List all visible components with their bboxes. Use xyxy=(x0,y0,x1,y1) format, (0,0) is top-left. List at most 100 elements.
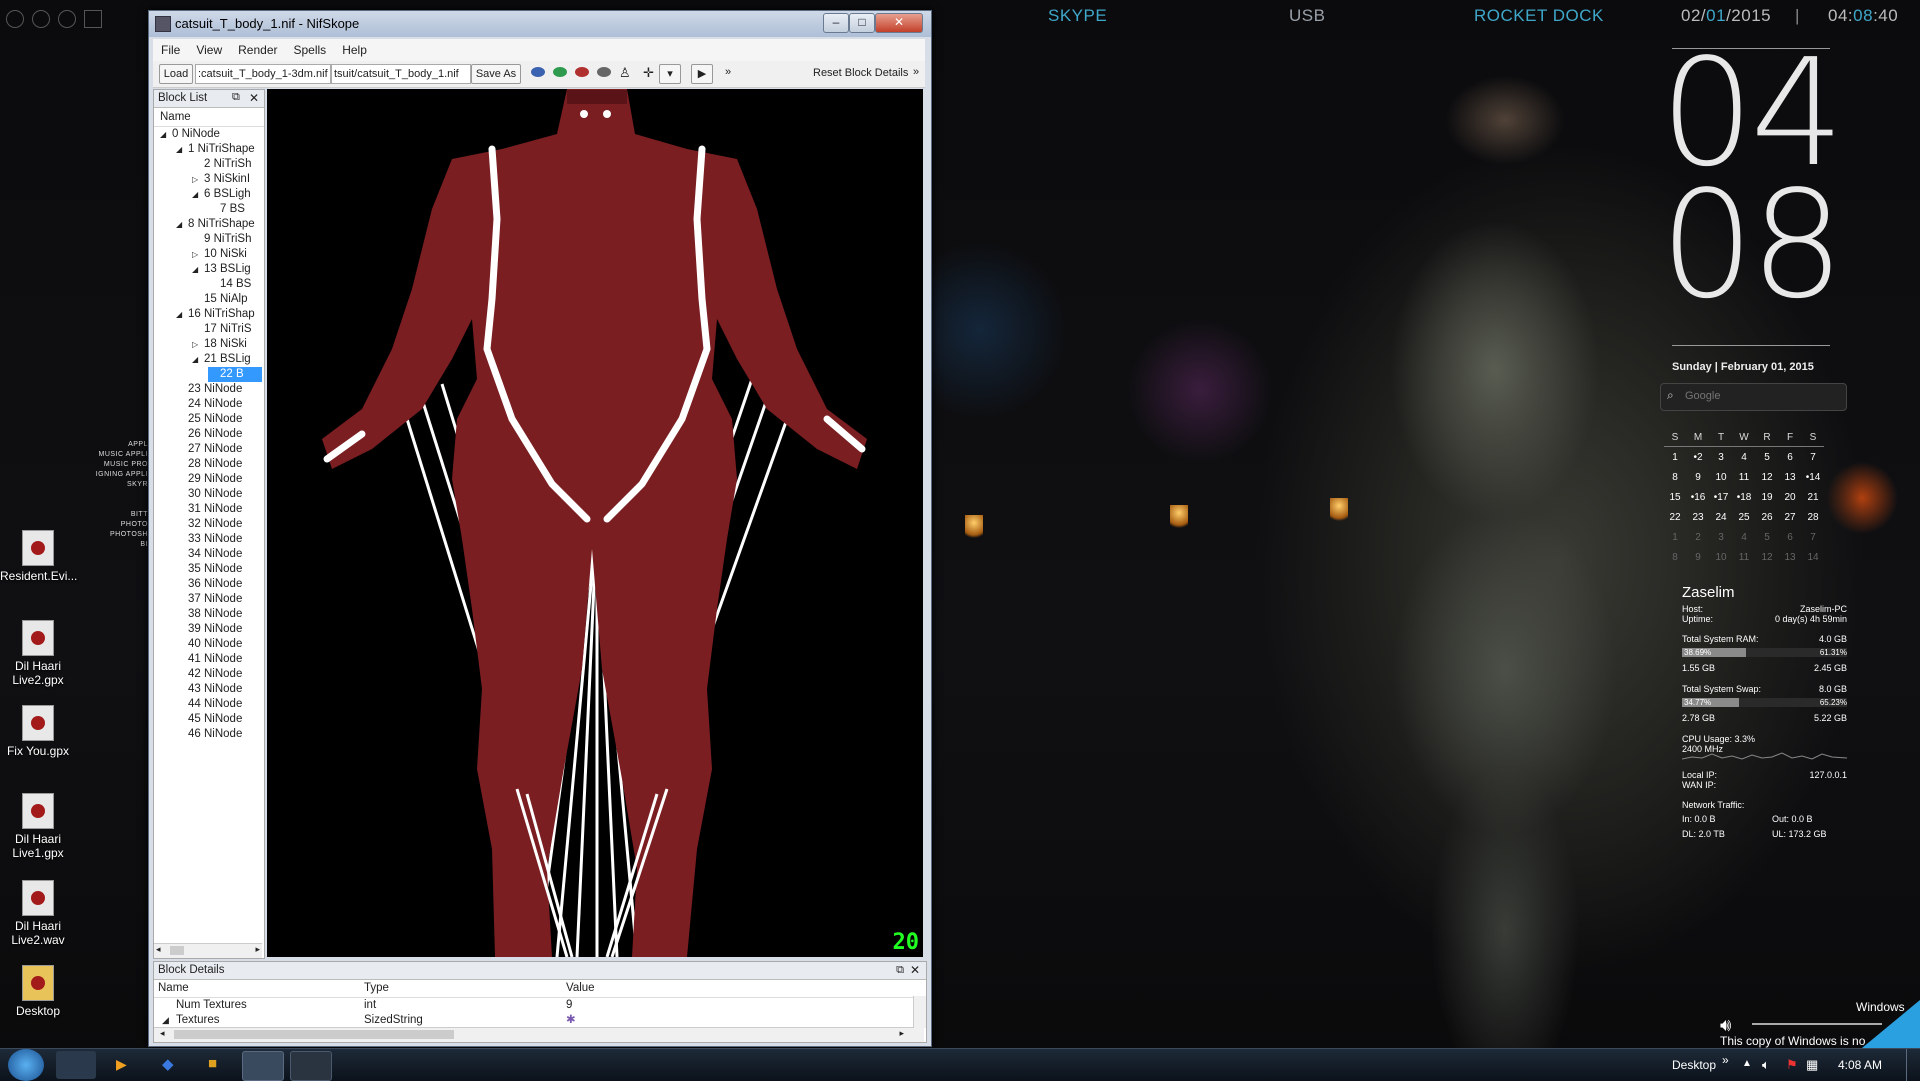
tree-item[interactable]: 38 NiNode xyxy=(176,607,262,622)
side-label[interactable]: MUSIC APPLI xyxy=(60,450,148,460)
play-icon[interactable]: ▶ xyxy=(691,64,713,84)
tree-item[interactable]: 44 NiNode xyxy=(176,697,262,712)
tree-item[interactable]: 24 NiNode xyxy=(176,397,262,412)
tree-item[interactable]: 27 NiNode xyxy=(176,442,262,457)
tree-item[interactable]: ◢ 21 BSLig xyxy=(192,352,262,367)
topbar-skype-link[interactable]: SKYPE xyxy=(1048,6,1107,26)
tree-item[interactable]: 42 NiNode xyxy=(176,667,262,682)
undock-icon[interactable]: ⧉ xyxy=(232,91,240,104)
tree-item[interactable]: 2 NiTriSh xyxy=(192,157,262,172)
tray-expand-icon[interactable]: ▲ xyxy=(1742,1058,1752,1069)
tree-item[interactable]: 33 NiNode xyxy=(176,532,262,547)
nifskope-taskbar-icon[interactable] xyxy=(242,1051,284,1081)
desktop-toolbar-label[interactable]: Desktop xyxy=(1672,1058,1716,1072)
tree-toggle-icon[interactable]: ◢ xyxy=(176,142,188,157)
explorer-taskbar-icon[interactable] xyxy=(56,1051,96,1079)
tree-item[interactable]: 25 NiNode xyxy=(176,412,262,427)
tree-toggle-icon[interactable]: ▷ xyxy=(192,337,204,352)
side-label[interactable]: MUSIC PRO xyxy=(60,460,148,470)
start-button[interactable] xyxy=(8,1049,44,1081)
topbar-rocketdock-link[interactable]: ROCKET DOCK xyxy=(1474,6,1604,26)
menu-spells[interactable]: Spells xyxy=(286,39,335,57)
tree-item[interactable]: 26 NiNode xyxy=(176,427,262,442)
folder-icon[interactable] xyxy=(84,10,102,28)
side-label[interactable]: PHOTO xyxy=(60,520,148,530)
load-button[interactable]: Load xyxy=(159,64,193,84)
save-as-button[interactable]: Save As xyxy=(471,64,521,84)
colorful-app-taskbar-icon[interactable]: ■ xyxy=(196,1051,236,1079)
close-button[interactable]: ✕ xyxy=(875,13,923,33)
volume-icon[interactable]: 🔊︎ xyxy=(1720,1015,1731,1036)
tree-toggle-icon[interactable]: ▷ xyxy=(192,172,204,187)
power-icon[interactable] xyxy=(6,10,24,28)
axes-icon[interactable]: ✛ xyxy=(643,65,654,81)
close-icon[interactable]: ✕ xyxy=(249,91,259,105)
tree-item[interactable]: 28 NiNode xyxy=(176,457,262,472)
media-player-taskbar-icon[interactable]: ▶ xyxy=(104,1051,144,1079)
menu-file[interactable]: File xyxy=(153,39,188,57)
topbar-usb-link[interactable]: USB xyxy=(1289,6,1325,26)
tree-item[interactable]: 46 NiNode xyxy=(176,727,262,742)
tree-item[interactable]: 31 NiNode xyxy=(176,502,262,517)
view-eye-gray-icon[interactable] xyxy=(597,67,611,77)
tree-item[interactable]: 41 NiNode xyxy=(176,652,262,667)
tree-toggle-icon[interactable]: ◢ xyxy=(192,352,204,367)
action-center-icon[interactable]: ⚑ xyxy=(1786,1057,1798,1073)
tree-item[interactable]: ◢ 13 BSLig xyxy=(192,262,262,277)
tree-item[interactable]: 40 NiNode xyxy=(176,637,262,652)
menu-render[interactable]: Render xyxy=(230,39,285,57)
side-label[interactable]: SKYR xyxy=(60,480,148,490)
close-icon[interactable]: ✕ xyxy=(910,962,920,979)
tree-item[interactable]: 36 NiNode xyxy=(176,577,262,592)
tree-item[interactable]: 9 NiTriSh xyxy=(192,232,262,247)
restart-icon[interactable] xyxy=(32,10,50,28)
corner-menu-icon[interactable] xyxy=(1862,1000,1920,1048)
toolbar-more-icon[interactable]: » xyxy=(725,66,731,78)
tree-item[interactable]: 45 NiNode xyxy=(176,712,262,727)
tree-toggle-icon[interactable]: ◢ xyxy=(160,127,172,142)
table-row[interactable]: ◢ Textures SizedString ✱ xyxy=(154,1013,926,1028)
desktop-icon[interactable]: Dil Haari Live2.wav xyxy=(0,880,76,947)
tree-item[interactable]: ◢ 1 NiTriShape xyxy=(176,142,262,157)
search-input[interactable] xyxy=(1683,387,1845,405)
show-desktop-button[interactable] xyxy=(1906,1049,1920,1081)
minimize-button[interactable]: – xyxy=(823,13,849,33)
load-path-field[interactable]: :catsuit_T_body_1-3dm.nif xyxy=(195,64,331,84)
tree-item[interactable]: ◢ 16 NiTriShap xyxy=(176,307,262,322)
tree-item[interactable]: 34 NiNode xyxy=(176,547,262,562)
side-label[interactable]: IGNING APPLI xyxy=(60,470,148,480)
walk-icon[interactable]: ♙ xyxy=(619,65,631,81)
volume-tray-icon[interactable]: 🔈︎ xyxy=(1762,1057,1770,1073)
tree-item[interactable]: 7 BS xyxy=(208,202,262,217)
block-list-scrollbar[interactable]: ◂ ▸ xyxy=(154,943,262,958)
desktop-icon[interactable]: Fix You.gpx xyxy=(0,705,76,758)
table-row[interactable]: Num Textures int 9 xyxy=(154,998,926,1013)
tree-toggle-icon[interactable]: ◢ xyxy=(192,187,204,202)
details-scrollbar[interactable]: ◂ ▸ xyxy=(154,1027,924,1042)
toolbar-chevron-icon[interactable]: » xyxy=(1722,1053,1729,1067)
column-value[interactable]: Value xyxy=(566,980,595,997)
tree-item[interactable]: 43 NiNode xyxy=(176,682,262,697)
row-value[interactable]: 9 xyxy=(566,998,572,1013)
scroll-thumb[interactable] xyxy=(174,1030,454,1039)
settings-icon[interactable] xyxy=(58,10,76,28)
render-viewport[interactable]: 20 xyxy=(267,89,923,957)
tree-item[interactable]: 15 NiAlp xyxy=(192,292,262,307)
scroll-left-icon[interactable]: ◂ xyxy=(156,944,161,955)
view-eye-blue-icon[interactable] xyxy=(531,67,545,77)
view-eye-red-icon[interactable] xyxy=(575,67,589,77)
tree-item[interactable]: 23 NiNode xyxy=(176,382,262,397)
details-vscrollbar[interactable] xyxy=(913,996,926,1028)
tree-item[interactable]: ▷ 10 NiSki xyxy=(192,247,262,262)
scroll-left-icon[interactable]: ◂ xyxy=(160,1028,165,1039)
app-taskbar-icon[interactable]: ◆ xyxy=(150,1051,190,1079)
tree-toggle-icon[interactable]: ▷ xyxy=(192,247,204,262)
tree-item[interactable]: ◢ 6 BSLigh xyxy=(192,187,262,202)
tree-item[interactable]: ▷ 3 NiSkinI xyxy=(192,172,262,187)
maximize-button[interactable]: □ xyxy=(849,13,875,33)
steam-taskbar-icon[interactable] xyxy=(290,1051,332,1081)
desktop-icon[interactable]: Desktop xyxy=(0,965,76,1018)
scroll-right-icon[interactable]: ▸ xyxy=(899,1028,904,1039)
undock-icon[interactable]: ⧉ xyxy=(896,962,904,979)
tree-toggle-icon[interactable]: ◢ xyxy=(176,307,188,322)
